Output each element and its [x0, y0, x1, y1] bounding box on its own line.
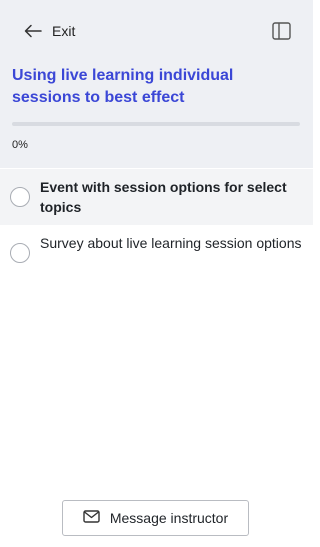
message-instructor-label: Message instructor [109, 510, 229, 526]
lesson-label: Survey about live learning session optio… [40, 235, 302, 251]
progress-bar [12, 122, 300, 126]
sidebar-toggle-button[interactable] [272, 22, 291, 40]
course-title: Using live learning individual sessions … [12, 67, 234, 106]
arrow-left-icon [24, 24, 42, 38]
lesson-item-event-session-options[interactable]: Event with session options for select to… [0, 169, 313, 225]
lesson-item-survey-session-options[interactable]: Survey about live learning session optio… [0, 225, 313, 281]
lesson-label: Event with session options for select to… [40, 179, 287, 215]
mail-icon [83, 510, 100, 526]
exit-button[interactable]: Exit [24, 20, 75, 42]
progress-label: 0% [12, 139, 28, 151]
course-header-panel: Exit Using live learning individual sess… [0, 0, 313, 168]
lesson-status-circle-icon [10, 243, 30, 263]
message-instructor-button[interactable]: Message instructor [62, 500, 249, 536]
exit-label: Exit [52, 23, 76, 39]
sidebar-panel-icon [272, 22, 291, 44]
lesson-status-circle-icon [10, 187, 30, 207]
